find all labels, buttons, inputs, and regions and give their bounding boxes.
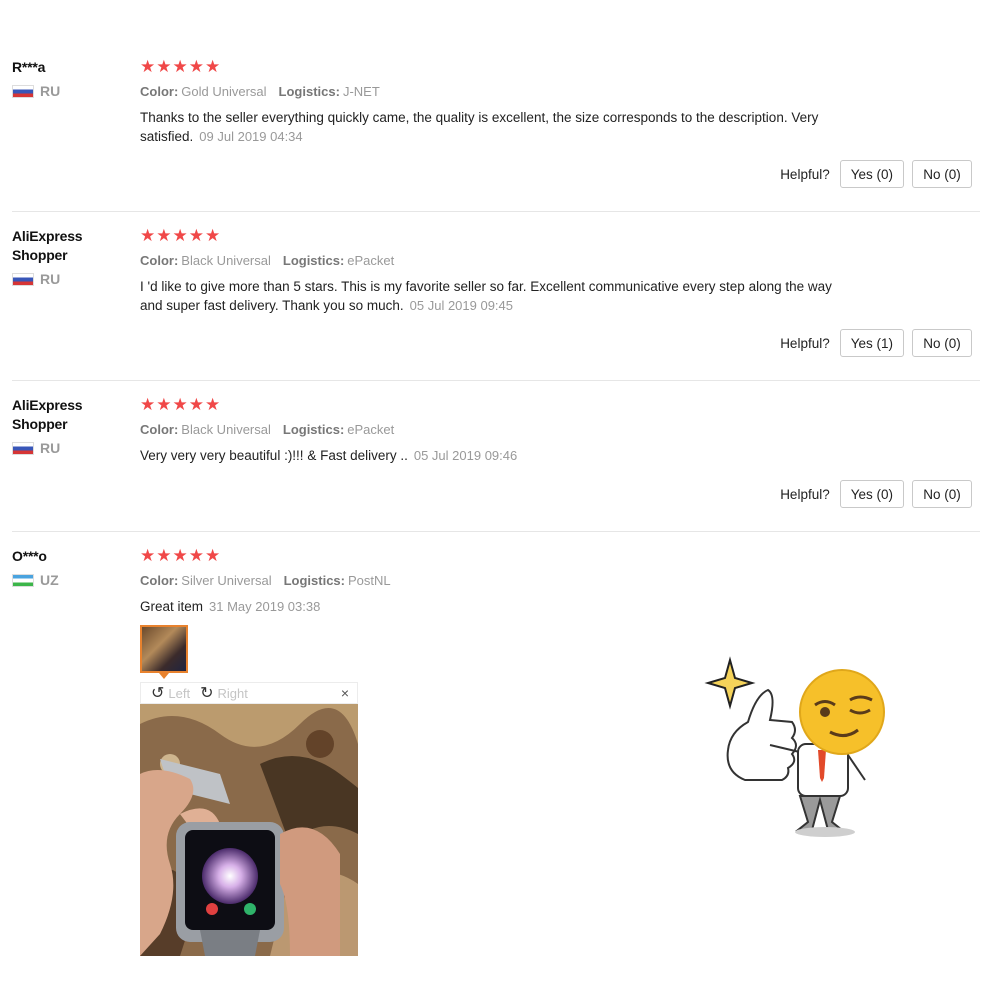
logistics-label: Logistics: xyxy=(278,84,340,99)
helpful-no-button[interactable]: No (0) xyxy=(912,160,972,188)
helpful-controls: Helpful? Yes (0) No (0) xyxy=(780,480,972,508)
color-label: Color: xyxy=(140,422,179,437)
review-text-content: Great item xyxy=(140,599,204,614)
review-attributes: Color: Black Universal Logistics: ePacket xyxy=(140,253,860,268)
logistics-label: Logistics: xyxy=(283,573,345,588)
color-value: Silver Universal xyxy=(181,573,272,588)
color-value: Black Universal xyxy=(181,422,271,437)
reviewer-name: AliExpress Shopper xyxy=(12,397,83,432)
rotate-right-icon[interactable]: ↻ xyxy=(200,683,213,703)
divider xyxy=(12,211,980,212)
helpful-label: Helpful? xyxy=(780,166,830,182)
reviewer-info: AliExpress Shopper RU xyxy=(12,396,122,456)
review-body: ★★★★★ Color: Black Universal Logistics: ePa… xyxy=(140,396,860,465)
review-text: Thanks to the seller everything quickly … xyxy=(140,108,850,146)
helpful-yes-button[interactable]: Yes (1) xyxy=(839,329,904,357)
review-photo-enlarged xyxy=(140,704,358,956)
star-rating: ★★★★★ xyxy=(140,226,222,245)
helpful-controls: Helpful? Yes (0) No (0) xyxy=(780,160,972,188)
helpful-yes-button[interactable]: Yes (0) xyxy=(839,160,904,188)
russia-flag-icon xyxy=(12,84,34,98)
reviewer-name: R***a xyxy=(12,59,46,75)
review-text: I 'd like to give more than 5 stars. Thi… xyxy=(140,277,850,315)
rotate-right-label[interactable]: Right xyxy=(218,686,248,701)
close-icon[interactable]: × xyxy=(341,685,349,701)
logistics-value: ePacket xyxy=(347,253,395,268)
helpful-controls: Helpful? Yes (1) No (0) xyxy=(780,329,972,357)
review-photo-thumbnail[interactable] xyxy=(140,625,188,679)
color-label: Color: xyxy=(140,84,179,99)
rotate-left-label[interactable]: Left xyxy=(168,686,190,701)
logistics-label: Logistics: xyxy=(282,253,345,268)
reviewer-country: UZ xyxy=(12,572,122,588)
star-rating: ★★★★★ xyxy=(140,546,222,565)
reviewer-info: R***a RU xyxy=(12,58,122,99)
reviewer-info: AliExpress Shopper RU xyxy=(12,227,122,287)
review-body: ★★★★★ Color: Black Universal Logistics: ePa… xyxy=(140,227,860,315)
russia-flag-icon xyxy=(12,272,34,286)
color-label: Color: xyxy=(140,253,179,268)
rotate-left-icon[interactable]: ↺ xyxy=(151,683,164,703)
logistics-value: J-NET xyxy=(342,84,380,99)
color-label: Color: xyxy=(140,573,179,588)
review-date: 05 Jul 2019 09:46 xyxy=(413,448,518,463)
divider xyxy=(12,531,980,532)
review-text: Great item 31 May 2019 03:38 xyxy=(140,597,850,616)
country-code: RU xyxy=(40,271,61,287)
helpful-no-button[interactable]: No (0) xyxy=(912,329,972,357)
image-viewer-toolbar: ↺ Left ↻ Right × xyxy=(140,682,358,704)
star-rating: ★★★★★ xyxy=(140,395,222,414)
uzbekistan-flag-icon xyxy=(12,573,34,587)
logistics-value: ePacket xyxy=(347,422,395,437)
country-code: RU xyxy=(40,440,61,456)
review-text: Very very very beautiful :)!!! & Fast de… xyxy=(140,446,850,465)
russia-flag-icon xyxy=(12,441,34,455)
color-value: Black Universal xyxy=(181,253,271,268)
helpful-yes-button[interactable]: Yes (0) xyxy=(839,480,904,508)
review-date: 31 May 2019 03:38 xyxy=(209,599,321,614)
reviewer-name: AliExpress Shopper xyxy=(12,228,83,263)
helpful-label: Helpful? xyxy=(780,335,830,351)
logistics-value: PostNL xyxy=(348,573,391,588)
logistics-label: Logistics: xyxy=(282,422,345,437)
star-rating: ★★★★★ xyxy=(140,57,222,76)
review-date: 09 Jul 2019 04:34 xyxy=(199,129,303,144)
reviewer-country: RU xyxy=(12,83,122,99)
helpful-label: Helpful? xyxy=(780,486,830,502)
reviewer-country: RU xyxy=(12,271,122,287)
review-body: ★★★★★ Color: Gold Universal Logistics: J-NE… xyxy=(140,58,860,146)
review-attributes: Color: Black Universal Logistics: ePacket xyxy=(140,422,860,437)
reviewer-info: O***o UZ xyxy=(12,547,122,588)
divider xyxy=(12,380,980,381)
country-code: RU xyxy=(40,83,61,99)
helpful-no-button[interactable]: No (0) xyxy=(912,480,972,508)
reviewer-name: O***o xyxy=(12,548,47,564)
country-code: UZ xyxy=(40,572,59,588)
thumbs-up-emoji-mascot xyxy=(704,656,885,837)
review-text-content: Very very very beautiful :)!!! & Fast de… xyxy=(140,448,408,463)
review-attributes: Color: Gold Universal Logistics: J-NET xyxy=(140,84,860,99)
reviewer-country: RU xyxy=(12,440,122,456)
color-value: Gold Universal xyxy=(181,84,267,99)
review-attributes: Color: Silver Universal Logistics: PostNL xyxy=(140,573,860,588)
review-date: 05 Jul 2019 09:45 xyxy=(409,298,514,313)
review-body: ★★★★★ Color: Silver Universal Logistics: Po… xyxy=(140,547,860,616)
